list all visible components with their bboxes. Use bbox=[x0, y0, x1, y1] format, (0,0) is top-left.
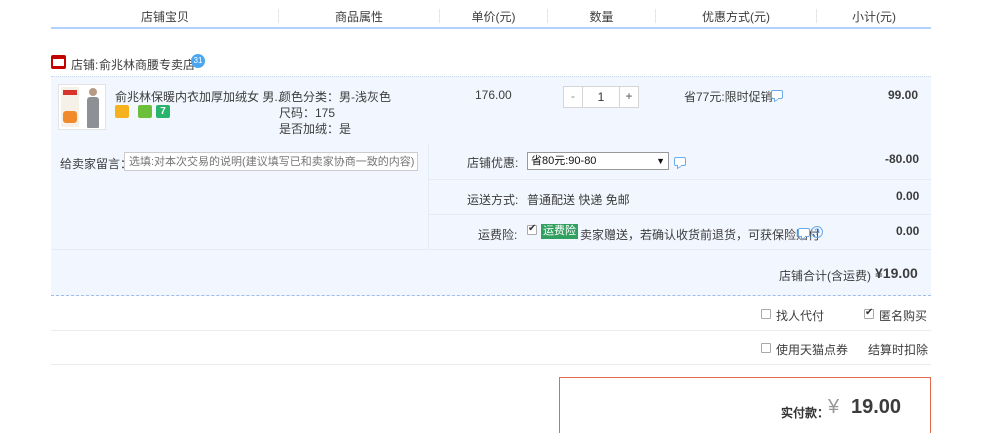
dropdown-arrow-icon: ▼ bbox=[656, 156, 665, 166]
proxy-pay-label[interactable]: 找人代付 bbox=[776, 307, 824, 324]
insurance-tag: 运费险 bbox=[541, 224, 578, 239]
panel-divider bbox=[428, 144, 429, 249]
coupon-checkbox[interactable] bbox=[761, 343, 771, 353]
shop-discount-label: 店铺优惠: bbox=[467, 156, 519, 170]
coupon-label[interactable]: 使用天猫点券 bbox=[776, 341, 848, 358]
promo-text: 省77元:限时促销 bbox=[684, 90, 773, 104]
shop-discount-selected: 省80元:90-80 bbox=[531, 155, 597, 167]
guarantee-icon bbox=[138, 105, 152, 118]
col-header-qty: 数量 bbox=[589, 10, 614, 24]
attr-size: 尺码：175 bbox=[279, 106, 336, 120]
help-icon[interactable]: ? bbox=[811, 226, 823, 238]
shipping-method: 普通配送 快递 免邮 bbox=[527, 193, 630, 207]
wangwang-badge: 31 bbox=[193, 56, 203, 65]
qty-plus-button[interactable]: + bbox=[620, 87, 638, 107]
wangwang-chat-icon[interactable]: 31 bbox=[191, 54, 205, 68]
col-header-price: 单价(元) bbox=[471, 10, 516, 24]
shop-icon bbox=[51, 55, 66, 69]
qty-input[interactable]: 1 bbox=[582, 87, 620, 107]
anonymous-purchase-checkbox[interactable] bbox=[864, 307, 874, 319]
cart-item-row bbox=[51, 76, 931, 144]
shipping-label: 运送方式: bbox=[467, 193, 519, 207]
anonymous-purchase-label[interactable]: 匿名购买 bbox=[879, 307, 927, 324]
qty-minus-button[interactable]: - bbox=[564, 87, 582, 107]
discount-comment-icon[interactable] bbox=[674, 157, 686, 166]
insurance-label: 运费险: bbox=[478, 228, 518, 242]
promo-comment-icon[interactable] bbox=[771, 90, 783, 99]
col-header-discount: 优惠方式(元) bbox=[702, 10, 770, 24]
shipping-amount: 0.00 bbox=[896, 189, 920, 203]
shop-name-link[interactable]: 俞兆林商腰专卖店 bbox=[99, 56, 195, 73]
shop-total-label: 店铺合计(含运费) bbox=[779, 269, 871, 283]
col-header-attrs: 商品属性 bbox=[334, 10, 383, 24]
insurance-checkbox[interactable] bbox=[527, 223, 537, 235]
message-label: 给卖家留言： bbox=[60, 157, 133, 171]
shop-label: 店铺: bbox=[71, 58, 99, 72]
shop-discount-amount: -80.00 bbox=[885, 152, 920, 166]
options-divider bbox=[429, 214, 931, 215]
insurance-text: 卖家赠送，若确认收货前退货，可获保险赔付 bbox=[580, 228, 821, 242]
col-header-item: 店铺宝贝 bbox=[140, 10, 189, 24]
unit-price: 176.00 bbox=[475, 88, 512, 102]
actual-payment-label: 实付款： bbox=[781, 406, 830, 420]
attr-fleece: 是否加绒：是 bbox=[279, 122, 352, 136]
product-title-link[interactable]: 俞兆林保暖内衣加厚加绒女 男... bbox=[115, 88, 284, 105]
card-payment-icon bbox=[115, 105, 129, 118]
insurance-amount: 0.00 bbox=[896, 224, 920, 238]
seven-day-return-icon: 7 bbox=[156, 105, 170, 118]
deduct-at-checkout-text: 结算时扣除 bbox=[868, 343, 929, 357]
product-model-image bbox=[84, 88, 102, 128]
divider bbox=[51, 364, 931, 365]
actual-payment-amount: 19.00 bbox=[851, 396, 902, 418]
shop-discount-select[interactable]: 省80元:90-80 ▼ bbox=[527, 152, 669, 170]
col-header-subtotal: 小计(元) bbox=[852, 10, 896, 24]
currency-symbol: ¥ bbox=[828, 396, 840, 418]
item-subtotal: 99.00 bbox=[888, 88, 919, 102]
product-box-image bbox=[61, 87, 79, 127]
insurance-comment-icon[interactable] bbox=[798, 228, 810, 237]
proxy-pay-checkbox[interactable] bbox=[761, 309, 771, 319]
divider bbox=[51, 330, 931, 331]
header-underline bbox=[51, 27, 931, 29]
quantity-stepper: - 1 + bbox=[563, 86, 639, 108]
attr-color: 颜色分类：男-浅灰色 bbox=[279, 90, 391, 104]
product-thumbnail[interactable] bbox=[58, 84, 106, 130]
shop-total-value: ¥19.00 bbox=[875, 265, 918, 281]
options-divider bbox=[429, 179, 931, 180]
message-to-seller-input[interactable] bbox=[124, 152, 418, 171]
